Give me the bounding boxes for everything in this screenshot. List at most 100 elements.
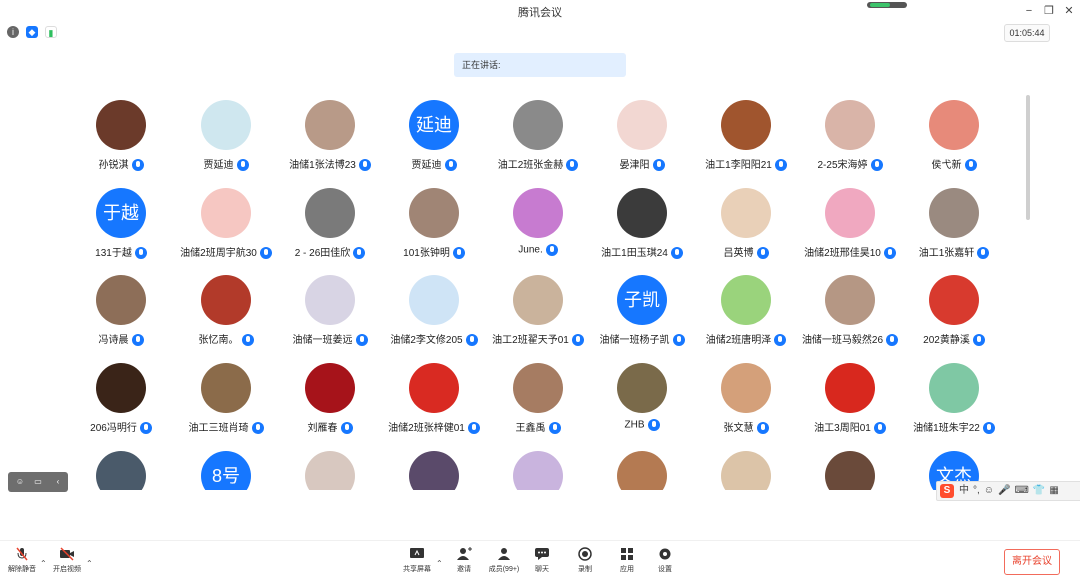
participant-tile[interactable]: 油储2班张梓健01 bbox=[382, 363, 486, 451]
grid-scrollbar[interactable] bbox=[1026, 95, 1030, 220]
avatar bbox=[201, 188, 251, 238]
participant-name-row: 油工2班翟天予01 bbox=[486, 331, 590, 347]
collapse-icon[interactable]: ‹ bbox=[52, 476, 64, 488]
participant-tile[interactable]: 2-25宋海婷 bbox=[798, 100, 902, 188]
chat-icon bbox=[535, 548, 549, 560]
participant-tile[interactable]: 8号 bbox=[174, 451, 278, 490]
participant-tile[interactable] bbox=[486, 451, 590, 490]
participant-name: June. bbox=[518, 244, 543, 256]
minimize-icon[interactable]: − bbox=[1022, 4, 1036, 18]
participant-tile[interactable]: 油储1张法博23 bbox=[278, 100, 382, 188]
avatar bbox=[305, 275, 355, 325]
participant-tile[interactable]: 202黄静溪 bbox=[902, 275, 1006, 363]
participant-tile[interactable]: 油工2班翟天予01 bbox=[486, 275, 590, 363]
participant-tile[interactable]: 油工2班张金赫 bbox=[486, 100, 590, 188]
participant-tile[interactable]: 油储一班姜远 bbox=[278, 275, 382, 363]
unmute-label: 解除静音 bbox=[8, 566, 36, 573]
participant-tile[interactable]: 晏津阳 bbox=[590, 100, 694, 188]
participant-name-row: 2 - 26田佳欣 bbox=[278, 244, 382, 260]
participant-tile[interactable]: 2 - 26田佳欣 bbox=[278, 188, 382, 276]
participant-name-row: 油储2李文修205 bbox=[382, 331, 486, 347]
settings-button[interactable]: 设置 bbox=[643, 547, 687, 574]
participant-tile[interactable]: 油工三班肖琦 bbox=[174, 363, 278, 451]
participant-name: 贾延迪 bbox=[411, 160, 442, 171]
participant-tile[interactable]: 张文慧 bbox=[694, 363, 798, 451]
participant-tile[interactable] bbox=[382, 451, 486, 490]
participant-tile[interactable]: ZHB bbox=[590, 363, 694, 451]
mic-icon bbox=[452, 247, 465, 260]
participant-tile[interactable]: 张忆南。 bbox=[174, 275, 278, 363]
participant-tile[interactable]: 吕英博 bbox=[694, 188, 798, 276]
emoji-icon[interactable]: ☺ bbox=[14, 476, 26, 488]
participant-tile[interactable]: 油工3周阳01 bbox=[798, 363, 902, 451]
participant-tile[interactable]: 冯诗晨 bbox=[69, 275, 173, 363]
participant-tile[interactable]: 王鑫禹 bbox=[486, 363, 590, 451]
invite-button[interactable]: 邀请 bbox=[442, 547, 486, 574]
sogou-icon[interactable]: S bbox=[940, 484, 954, 498]
participant-name: 贾延迪 bbox=[203, 160, 234, 171]
share-screen-button[interactable]: 共享屏幕 bbox=[395, 547, 439, 574]
mic-icon bbox=[972, 334, 985, 347]
mic-muted-icon bbox=[16, 547, 28, 561]
avatar bbox=[825, 188, 875, 238]
chat-button[interactable]: 聊天 bbox=[520, 547, 564, 574]
ime-item[interactable]: 🎤 bbox=[998, 482, 1010, 500]
participant-tile[interactable] bbox=[798, 451, 902, 490]
participant-tile[interactable]: 油储2李文修205 bbox=[382, 275, 486, 363]
ime-item[interactable]: °, bbox=[973, 482, 980, 500]
restore-icon[interactable]: ❐ bbox=[1042, 4, 1056, 18]
participant-name: 油工1李阳阳21 bbox=[705, 160, 772, 171]
participant-name-row: 油工1张嘉轩 bbox=[902, 244, 1006, 260]
participant-tile[interactable]: 孙锐淇 bbox=[69, 100, 173, 188]
video-menu-caret[interactable]: ⌃ bbox=[86, 559, 93, 568]
ime-item[interactable]: 中 bbox=[959, 482, 969, 500]
participant-tile[interactable] bbox=[278, 451, 382, 490]
ime-item[interactable]: ☺ bbox=[984, 482, 994, 500]
info-icon[interactable]: i bbox=[7, 26, 19, 38]
ime-item[interactable]: 👕 bbox=[1033, 482, 1045, 500]
participant-tile[interactable] bbox=[590, 451, 694, 490]
participant-tile[interactable]: 刘雁春 bbox=[278, 363, 382, 451]
participant-tile[interactable]: 油储2班邢佳昊10 bbox=[798, 188, 902, 276]
mic-icon bbox=[883, 247, 896, 260]
participant-tile[interactable] bbox=[69, 451, 173, 490]
start-video-button[interactable]: 开启视频 bbox=[45, 547, 89, 574]
unmute-button[interactable]: 解除静音 bbox=[0, 547, 44, 574]
close-icon[interactable]: ✕ bbox=[1062, 4, 1076, 18]
participant-tile[interactable]: 子凯 油储一班杨子凯 bbox=[590, 275, 694, 363]
participant-tile[interactable]: June. bbox=[486, 188, 590, 276]
chat-bubble-icon[interactable]: ▭ bbox=[32, 476, 44, 488]
ime-item[interactable]: ▦ bbox=[1049, 482, 1058, 500]
ime-item[interactable]: ⌨ bbox=[1014, 482, 1028, 500]
participant-name-row: 王鑫禹 bbox=[486, 419, 590, 435]
participant-tile[interactable]: 贾延迪 bbox=[174, 100, 278, 188]
participant-name: 131于越 bbox=[95, 248, 132, 259]
participant-tile[interactable]: 油工1张嘉轩 bbox=[902, 188, 1006, 276]
avatar bbox=[96, 363, 146, 413]
participant-tile[interactable]: 油工1田玉琪24 bbox=[590, 188, 694, 276]
participant-tile[interactable]: 206冯明行 bbox=[69, 363, 173, 451]
participant-name: 侯弋新 bbox=[931, 160, 962, 171]
participant-tile[interactable]: 油储2班唐明泽 bbox=[694, 275, 798, 363]
avatar bbox=[201, 363, 251, 413]
participant-tile[interactable]: 油工1李阳阳21 bbox=[694, 100, 798, 188]
bottom-toolbar: 解除静音 ⌃ 开启视频 ⌃ 共享屏幕 ⌃ 邀请 成员(99+) 聊天 录制 应用… bbox=[0, 540, 1080, 582]
participant-tile[interactable]: 油储2班周宇航30 bbox=[174, 188, 278, 276]
participant-tile[interactable]: 延迪 贾延迪 bbox=[382, 100, 486, 188]
avatar bbox=[305, 363, 355, 413]
shield-icon[interactable]: ◆ bbox=[26, 26, 38, 38]
leave-meeting-button[interactable]: 离开会议 bbox=[1004, 549, 1060, 575]
participant-tile[interactable]: 油储1班朱宇22 bbox=[902, 363, 1006, 451]
participant-name: 油工2班翟天予01 bbox=[492, 335, 569, 346]
participant-tile[interactable]: 侯弋新 bbox=[902, 100, 1006, 188]
participant-name: 冯诗晨 bbox=[98, 335, 129, 346]
participant-name: 油工2班张金赫 bbox=[497, 160, 564, 171]
participant-tile[interactable]: 101张钟明 bbox=[382, 188, 486, 276]
participant-name: 2 - 26田佳欣 bbox=[294, 248, 351, 259]
avatar bbox=[513, 363, 563, 413]
record-button[interactable]: 录制 bbox=[563, 547, 607, 574]
participant-tile[interactable]: 于越 131于越 bbox=[69, 188, 173, 276]
participant-tile[interactable]: 油储一班马毅然26 bbox=[798, 275, 902, 363]
participant-tile[interactable] bbox=[694, 451, 798, 490]
signal-icon[interactable]: ▮ bbox=[45, 26, 57, 38]
